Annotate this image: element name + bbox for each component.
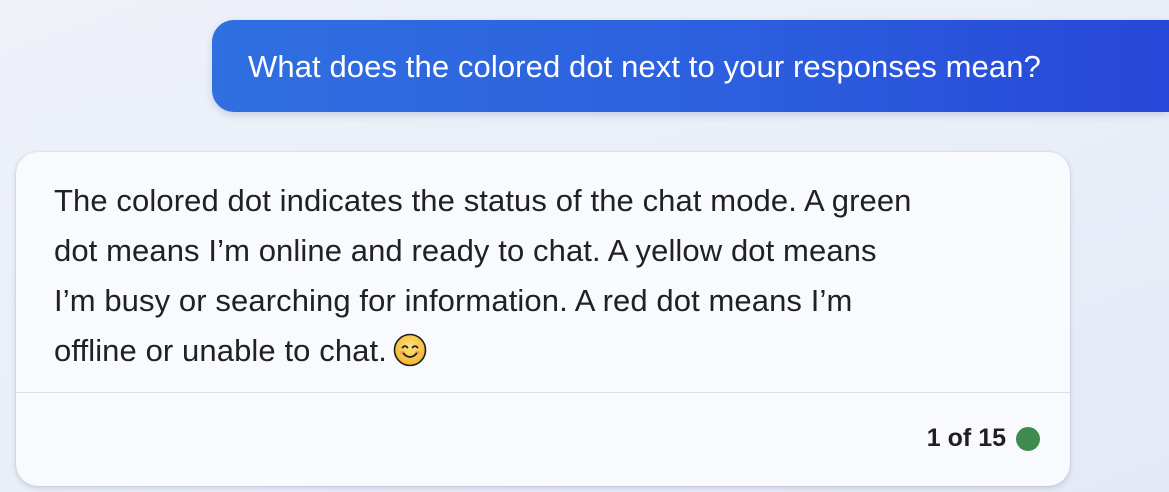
bot-response-line-text: offline or unable to chat. — [54, 333, 387, 368]
card-divider — [16, 392, 1070, 393]
chat-thread: What does the colored dot next to your r… — [0, 0, 1169, 492]
user-message-bubble: What does the colored dot next to your r… — [212, 20, 1169, 112]
response-footer: 1 of 15 — [927, 424, 1040, 453]
bot-response-line-last: offline or unable to chat. — [54, 326, 1044, 376]
smiling-face-icon — [393, 332, 427, 367]
bot-response-line: dot means I’m online and ready to chat. … — [54, 233, 877, 268]
bot-response-line: The colored dot indicates the status of … — [54, 183, 912, 218]
bot-response-text: The colored dot indicates the status of … — [54, 176, 1044, 376]
user-message-text: What does the colored dot next to your r… — [248, 48, 1041, 84]
bot-response-line: I’m busy or searching for information. A… — [54, 283, 853, 318]
status-dot-icon — [1016, 426, 1040, 451]
response-counter: 1 of 15 — [926, 424, 1006, 452]
bot-response-card: The colored dot indicates the status of … — [16, 152, 1070, 486]
